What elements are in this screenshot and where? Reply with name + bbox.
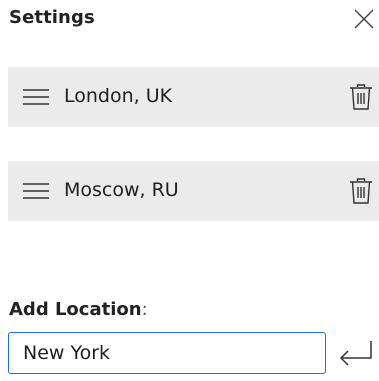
drag-handle-icon bbox=[23, 183, 49, 199]
drag-handle-icon bbox=[23, 89, 49, 105]
settings-title: Settings bbox=[9, 7, 95, 28]
delete-location-button[interactable] bbox=[349, 83, 373, 111]
submit-location-button[interactable] bbox=[337, 339, 375, 369]
add-location-label-text: Add Location bbox=[9, 299, 142, 320]
drag-handle-button[interactable] bbox=[23, 181, 49, 201]
location-input[interactable] bbox=[8, 332, 326, 374]
location-label: London, UK bbox=[64, 85, 173, 107]
trash-icon bbox=[350, 84, 372, 110]
add-location-label-colon: : bbox=[141, 299, 148, 320]
location-item[interactable]: Moscow, RU bbox=[8, 161, 379, 221]
enter-return-icon bbox=[339, 341, 372, 366]
location-label: Moscow, RU bbox=[64, 179, 179, 201]
drag-handle-button[interactable] bbox=[23, 87, 49, 107]
trash-icon bbox=[350, 178, 372, 204]
settings-header: Settings bbox=[0, 0, 379, 44]
add-location-label: Add Location: bbox=[9, 299, 148, 320]
close-button[interactable] bbox=[353, 8, 375, 30]
delete-location-button[interactable] bbox=[349, 177, 373, 205]
location-item[interactable]: London, UK bbox=[8, 67, 379, 127]
close-icon bbox=[354, 9, 374, 29]
